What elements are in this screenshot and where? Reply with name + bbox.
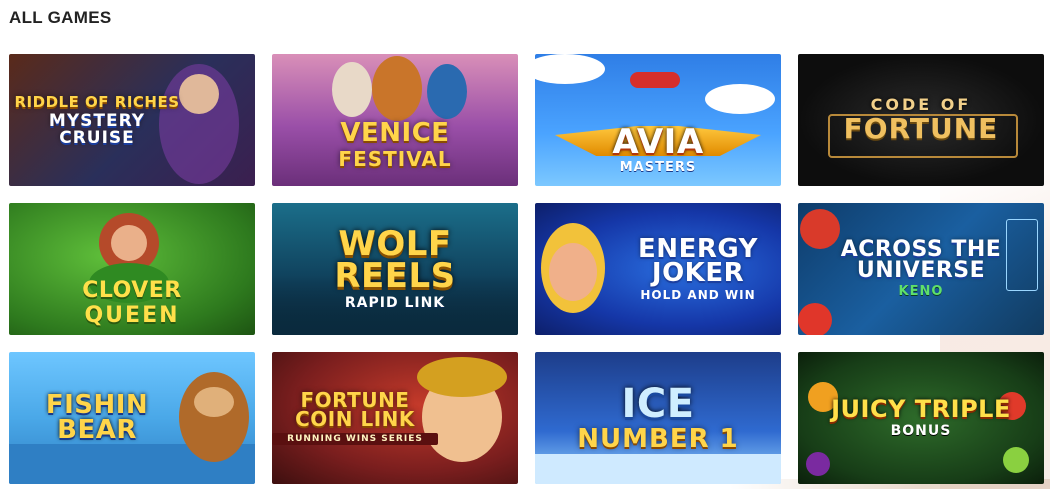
game-subtitle: QUEEN — [84, 303, 180, 328]
game-tile-clover-queen[interactable]: CLOVER QUEEN — [9, 203, 255, 335]
game-tile-code-of-fortune[interactable]: CODE OF FORTUNE — [798, 54, 1044, 186]
game-title: VENICE — [340, 118, 450, 149]
game-tile-juicy-triple-bonus[interactable]: JUICY TRIPLE BONUS — [798, 352, 1044, 484]
game-subtitle: RUNNING WINS SERIES — [272, 432, 438, 446]
game-tile-fishin-bear[interactable]: FISHIN BEAR — [9, 352, 255, 484]
game-tile-across-the-universe[interactable]: ACROSS THE UNIVERSE KENO — [798, 203, 1044, 335]
game-subtitle: MASTERS — [619, 159, 697, 175]
game-subtitle: FESTIVAL — [338, 146, 452, 171]
game-subtitle: RAPID LINK — [344, 294, 446, 311]
game-tile-ice-number-1[interactable]: ICE NUMBER 1 — [535, 352, 781, 484]
game-title: AVIA — [612, 121, 704, 162]
game-title: RIDDLE OF RICHES — [14, 93, 180, 112]
game-title: JUICY TRIPLE — [831, 394, 1011, 423]
game-title: ACROSS THE UNIVERSE — [840, 236, 1002, 283]
game-subtitle: NUMBER 1 — [577, 423, 739, 454]
game-tile-avia-masters[interactable]: AVIA MASTERS — [535, 54, 781, 186]
game-title: FISHIN BEAR — [45, 390, 149, 445]
game-title: FORTUNE COIN LINK — [295, 387, 415, 431]
game-tile-energy-joker[interactable]: ENERGY JOKER HOLD AND WIN — [535, 203, 781, 335]
game-title: WOLF REELS — [334, 224, 456, 297]
game-subtitle: BONUS — [890, 422, 952, 439]
games-grid: RIDDLE OF RICHES MYSTERY CRUISE VENICE F… — [9, 54, 1044, 484]
game-tile-riddle-of-riches[interactable]: RIDDLE OF RICHES MYSTERY CRUISE — [9, 54, 255, 186]
section-title: ALL GAMES — [9, 8, 112, 27]
game-title: ICE — [621, 380, 695, 427]
game-title: ENERGY JOKER — [638, 233, 758, 289]
game-tile-wolf-reels[interactable]: WOLF REELS RAPID LINK — [272, 203, 518, 335]
game-subtitle: KENO — [898, 283, 944, 299]
game-subtitle: HOLD AND WIN — [640, 287, 756, 302]
game-subtitle: FORTUNE — [843, 112, 999, 146]
game-subtitle: MYSTERY CRUISE — [48, 111, 146, 148]
game-tile-fortune-coin-link[interactable]: FORTUNE COIN LINK RUNNING WINS SERIES — [272, 352, 518, 484]
game-title: CLOVER — [82, 278, 182, 304]
game-tile-venice-festival[interactable]: VENICE FESTIVAL — [272, 54, 518, 186]
game-title: CODE OF — [870, 95, 972, 115]
